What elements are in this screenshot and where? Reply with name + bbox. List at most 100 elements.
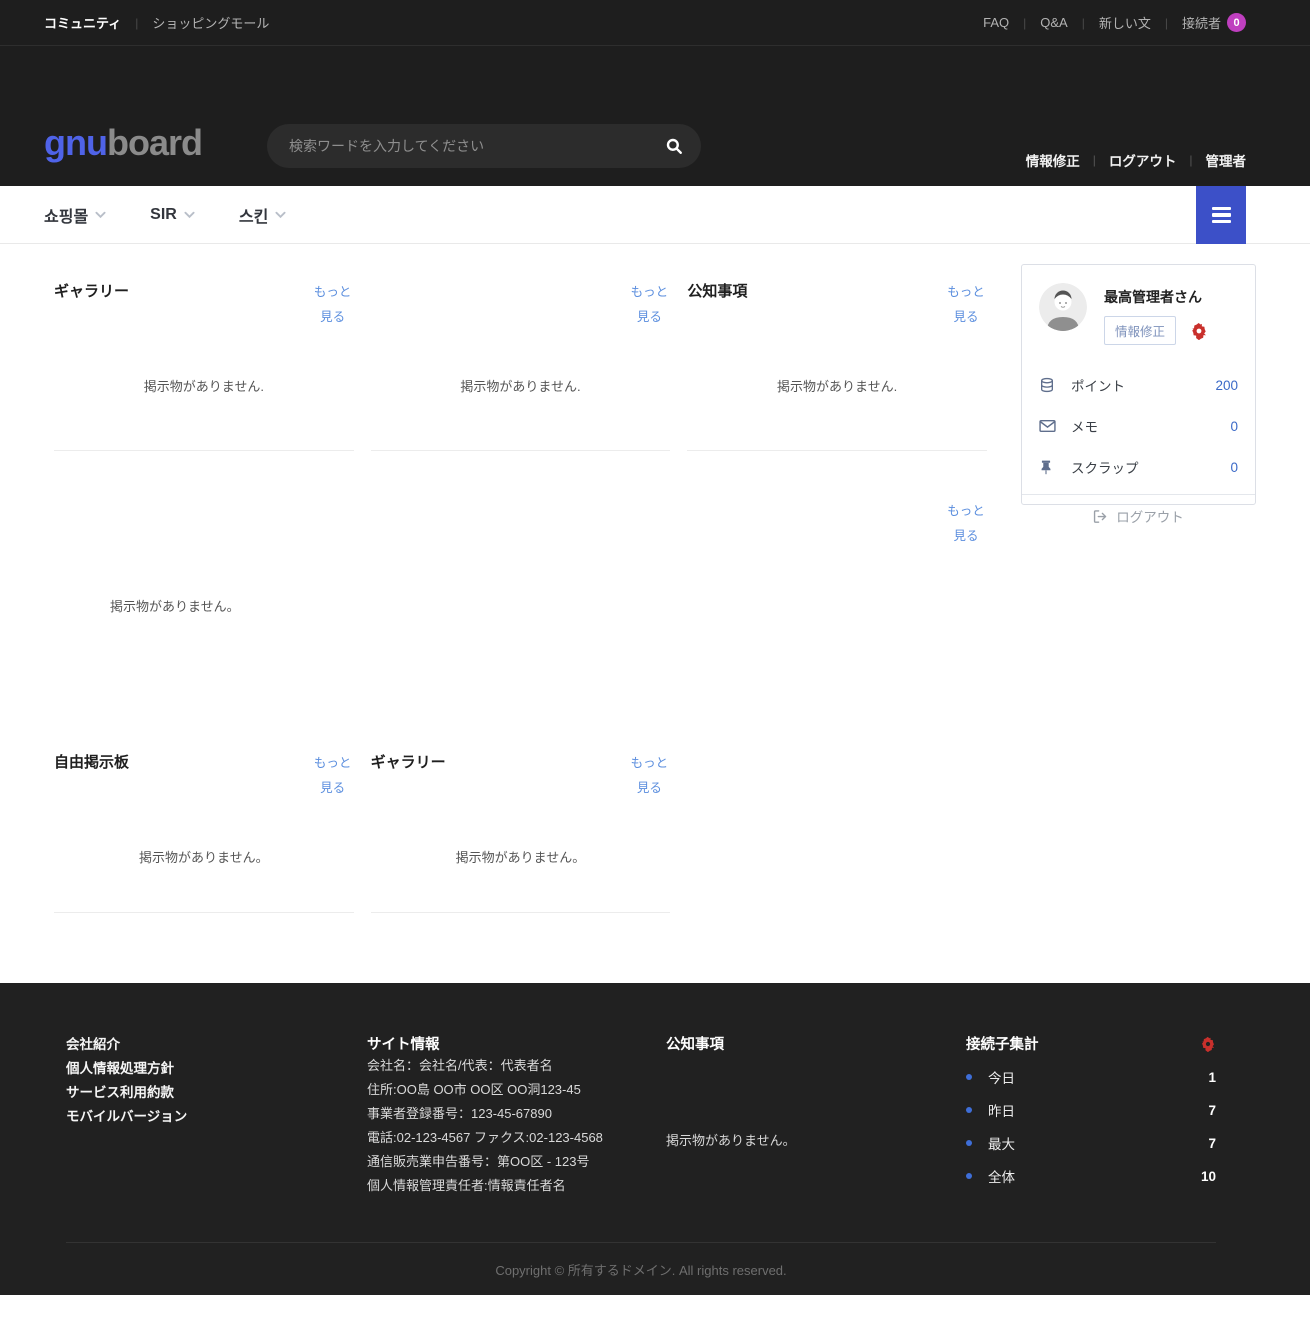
bullet-dot xyxy=(966,1074,972,1080)
stat-value: 10 xyxy=(1201,1169,1216,1184)
empty-message: 掲示物がありません. xyxy=(371,376,671,395)
widget-notice-top: 公知事項 もっと見る 掲示物がありません. xyxy=(687,264,987,451)
main-nav: 쇼핑몰 SIR 스킨 xyxy=(0,186,1310,244)
empty-message: 掲示物がありません。 xyxy=(110,596,240,615)
edit-info-button[interactable]: 情報修正 xyxy=(1104,316,1176,345)
row-label: スクラップ xyxy=(1071,457,1139,477)
header-link-edit-info[interactable]: 情報修正 xyxy=(1026,150,1080,170)
row-label: メモ xyxy=(1071,416,1098,436)
more-link[interactable]: もっと見る xyxy=(945,499,987,549)
main-content: ギャラリー もっと見る 掲示物がありません. もっと見る 掲示物がありません. … xyxy=(54,244,1256,913)
stat-label: 昨日 xyxy=(988,1100,1015,1120)
footer-link-terms[interactable]: サービス利用約款 xyxy=(66,1081,367,1105)
nav-item-sir[interactable]: SIR xyxy=(150,206,195,224)
profile-sidebar: 最高管理者さん 情報修正 xyxy=(1021,264,1256,913)
chevron-down-icon xyxy=(95,211,106,219)
widget-latest-wide: もっと見る 掲示物がありません。 xyxy=(54,451,987,735)
stat-value: 7 xyxy=(1208,1136,1216,1151)
connected-count-badge: 0 xyxy=(1227,13,1246,32)
divider: | xyxy=(1189,153,1192,167)
logout-icon xyxy=(1093,509,1108,524)
topbar-link-qna[interactable]: Q&A xyxy=(1040,15,1067,30)
avatar[interactable] xyxy=(1039,283,1087,331)
more-link[interactable]: もっと見る xyxy=(945,280,987,330)
empty-message: 掲示物がありません. xyxy=(54,376,354,395)
row-value: 0 xyxy=(1230,460,1238,475)
search-button[interactable] xyxy=(665,137,683,155)
nav-item-label: 스킨 xyxy=(239,203,268,227)
hamburger-menu-button[interactable] xyxy=(1196,186,1246,244)
widget-title: ギャラリー xyxy=(371,751,446,772)
logo-text-gnu: gnu xyxy=(44,122,107,163)
copyright-text: Copyright © 所有するドメイン. All rights reserve… xyxy=(495,1260,786,1279)
widget-gallery-bottom: ギャラリー もっと見る 掲示物がありません。 xyxy=(371,735,671,913)
site-info-line: 会社名：会社名/代表：代表者名 xyxy=(367,1054,666,1078)
footer-notice-title: 公知事項 xyxy=(666,1033,966,1054)
hamburger-icon xyxy=(1212,207,1231,211)
stat-row-total: 全体 10 xyxy=(966,1166,1216,1186)
widget-free-board: 自由掲示板 もっと見る 掲示物がありません。 xyxy=(54,735,354,913)
stat-value: 1 xyxy=(1208,1070,1216,1085)
more-link[interactable]: もっと見る xyxy=(628,751,670,801)
site-footer: 会社紹介 個人情報処理方針 サービス利用約款 モバイルバージョン サイト情報 会… xyxy=(0,983,1310,1295)
bullet-dot xyxy=(966,1140,972,1146)
footer-link-privacy[interactable]: 個人情報処理方針 xyxy=(66,1057,367,1081)
search-bar xyxy=(267,124,701,168)
topbar-link-faq[interactable]: FAQ xyxy=(983,15,1009,30)
topbar-link-community[interactable]: コミュニティ xyxy=(44,13,121,32)
nav-item-shopping[interactable]: 쇼핑몰 xyxy=(44,203,106,227)
more-link[interactable]: もっと見る xyxy=(312,751,354,801)
nav-item-label: SIR xyxy=(150,206,177,224)
widget-empty-slot xyxy=(687,735,987,913)
empty-message: 掲示物がありません。 xyxy=(371,847,671,866)
empty-message: 掲示物がありません。 xyxy=(54,847,354,866)
row-value: 200 xyxy=(1215,378,1238,393)
site-info-line: 事業者登録番号：123-45-67890 xyxy=(367,1102,666,1126)
search-icon xyxy=(665,137,683,155)
topbar-link-shopping-mall[interactable]: ショッピングモール xyxy=(152,13,269,32)
coins-icon xyxy=(1039,377,1056,393)
connected-label: 接続者 xyxy=(1182,13,1221,32)
topbar-link-new-posts[interactable]: 新しい文 xyxy=(1099,13,1151,32)
gear-icon[interactable] xyxy=(1200,1036,1216,1052)
sidebar-row-memo[interactable]: メモ 0 xyxy=(1039,416,1238,436)
user-name: 最高管理者さん xyxy=(1104,287,1208,307)
row-value: 0 xyxy=(1230,419,1238,434)
pushpin-icon xyxy=(1039,460,1056,475)
bullet-dot xyxy=(966,1173,972,1179)
chevron-down-icon xyxy=(184,211,195,219)
sidebar-row-scrap[interactable]: スクラップ 0 xyxy=(1039,457,1238,477)
row-label: ポイント xyxy=(1071,375,1125,395)
stat-row-today: 今日 1 xyxy=(966,1067,1216,1087)
site-logo[interactable]: gnuboard xyxy=(44,122,202,164)
sidebar-row-points[interactable]: ポイント 200 xyxy=(1039,375,1238,395)
site-header: gnuboard 情報修正 | ログアウト | 管理者 xyxy=(0,46,1310,186)
footer-site-info-title: サイト情報 xyxy=(367,1033,666,1054)
more-link[interactable]: もっと見る xyxy=(312,280,354,330)
widget-gallery-top: ギャラリー もっと見る 掲示物がありません. xyxy=(54,264,354,451)
topbar-link-connected[interactable]: 接続者 0 xyxy=(1182,13,1246,32)
stat-row-yesterday: 昨日 7 xyxy=(966,1100,1216,1120)
widget-title: 自由掲示板 xyxy=(54,751,129,772)
bullet-dot xyxy=(966,1107,972,1113)
copyright-bar: Copyright © 所有するドメイン. All rights reserve… xyxy=(66,1242,1216,1295)
divider: | xyxy=(1082,16,1085,30)
footer-link-mobile[interactable]: モバイルバージョン xyxy=(66,1105,367,1129)
header-link-logout[interactable]: ログアウト xyxy=(1109,150,1177,170)
nav-item-skin[interactable]: 스킨 xyxy=(239,203,286,227)
more-link[interactable]: もっと見る xyxy=(628,280,670,330)
divider: | xyxy=(1093,153,1096,167)
stat-row-max: 最大 7 xyxy=(966,1133,1216,1153)
search-input[interactable] xyxy=(289,138,665,154)
footer-link-company[interactable]: 会社紹介 xyxy=(66,1033,367,1057)
divider: | xyxy=(1165,16,1168,30)
widget-title: 公知事項 xyxy=(687,280,747,301)
sidebar-logout-button[interactable]: ログアウト xyxy=(1022,494,1255,537)
top-bar: コミュニティ | ショッピングモール FAQ | Q&A | 新しい文 | 接続… xyxy=(0,0,1310,46)
gear-icon[interactable] xyxy=(1190,322,1208,340)
nav-item-label: 쇼핑몰 xyxy=(44,203,88,227)
site-info-line: 住所:OO島 OO市 OO区 OO洞123-45 xyxy=(367,1078,666,1102)
header-link-admin[interactable]: 管理者 xyxy=(1206,150,1247,170)
divider: | xyxy=(1023,16,1026,30)
site-info-line: 通信販売業申告番号：第OO区 - 123号 xyxy=(367,1150,666,1174)
